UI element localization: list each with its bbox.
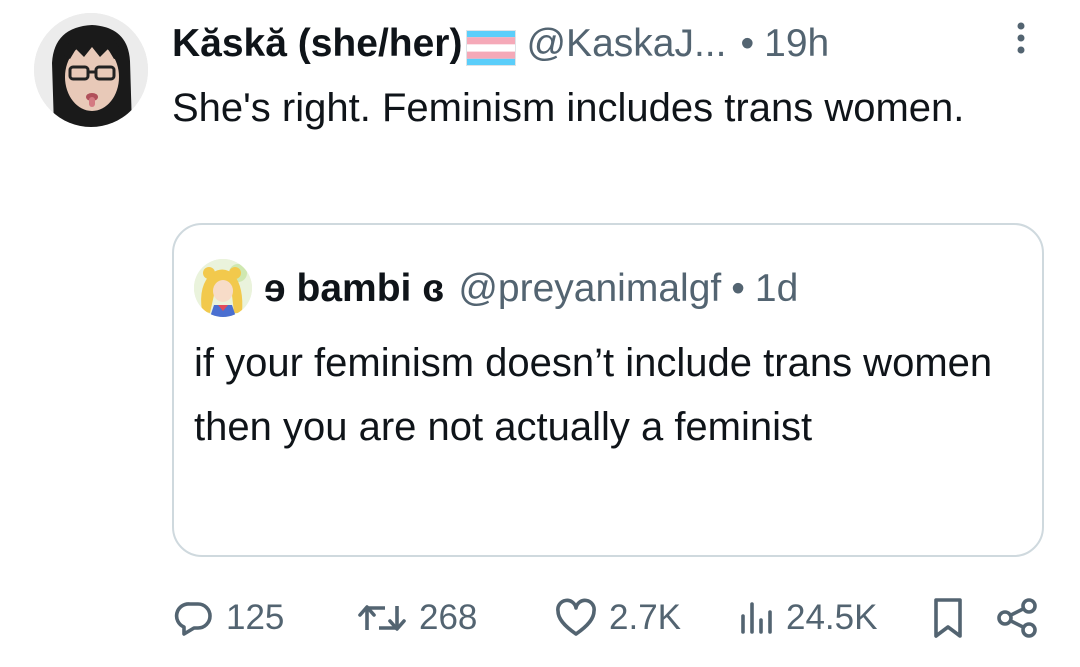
heart-icon [556, 598, 596, 636]
author-display-name[interactable]: Kăskă (she/her) [172, 16, 462, 72]
author-avatar[interactable] [34, 13, 148, 127]
quoted-tweet-card[interactable]: ɘ bambi ɞ @preyanimalgf • 1d if your fem… [172, 223, 1044, 557]
quoted-header-separator: • [731, 267, 745, 310]
retweet-count: 268 [419, 598, 478, 637]
views-button[interactable]: 24.5K [736, 588, 877, 648]
tweet-header: Kăskă (she/her) @KaskaJ... • 19h [172, 16, 829, 72]
reply-icon [174, 602, 212, 636]
like-button[interactable]: 2.7K [553, 588, 681, 648]
quoted-author-display-name[interactable]: ɘ bambi ɞ [264, 261, 444, 317]
bookmark-icon [934, 598, 962, 638]
bookmark-button[interactable] [930, 588, 966, 648]
retweet-icon [358, 605, 406, 631]
share-icon [997, 598, 1037, 638]
reply-button[interactable]: 125 [172, 588, 284, 648]
views-count: 24.5K [786, 598, 878, 637]
like-count: 2.7K [609, 598, 681, 637]
tweet[interactable]: Kăskă (she/her) @KaskaJ... • 19h She's r… [0, 0, 1080, 667]
tweet-timestamp[interactable]: 19h [764, 16, 829, 72]
quoted-tweet-timestamp[interactable]: 1d [755, 261, 798, 317]
tweet-action-bar: 125 268 2.7K 24.5K [0, 588, 1080, 648]
reply-count: 125 [226, 598, 285, 637]
share-button[interactable] [994, 588, 1040, 648]
transgender-flag-icon [466, 26, 517, 66]
author-handle[interactable]: @KaskaJ... [526, 16, 726, 72]
quoted-author-handle[interactable]: @preyanimalgf [458, 261, 721, 317]
tweet-text: She's right. Feminism includes trans wom… [172, 86, 965, 130]
quoted-author-avatar [194, 259, 252, 317]
quoted-tweet-text: if your feminism doesn’t include trans w… [194, 341, 993, 449]
retweet-button[interactable]: 268 [355, 588, 477, 648]
views-bar-chart-icon [741, 602, 772, 634]
quoted-tweet-header: ɘ bambi ɞ @preyanimalgf • 1d [264, 261, 798, 317]
header-separator: • [740, 22, 755, 65]
more-options-icon[interactable] [1009, 18, 1033, 58]
